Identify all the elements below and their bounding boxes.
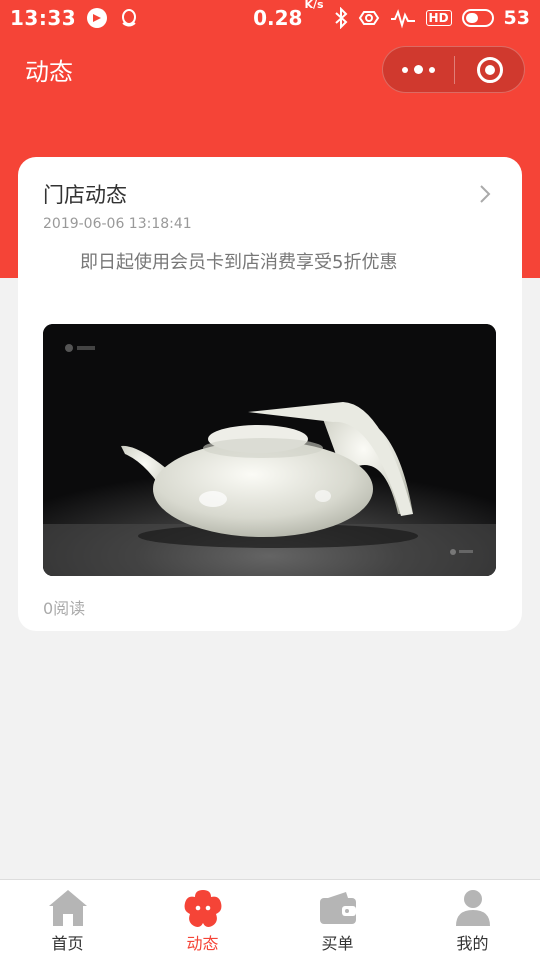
bluetooth-icon bbox=[334, 7, 347, 29]
chevron-right-icon[interactable] bbox=[474, 183, 496, 205]
miniprogram-capsule bbox=[382, 46, 525, 93]
close-miniprogram-button[interactable] bbox=[455, 47, 524, 92]
navigation-bar: 动态 bbox=[0, 36, 540, 102]
status-right: 0.28 K/s HD 53 bbox=[253, 0, 530, 30]
post-card[interactable]: 门店动态 2019-06-06 13:18:41 即日起使用会员卡到店消费享受5… bbox=[18, 157, 522, 631]
page-title: 动态 bbox=[25, 57, 73, 86]
post-description: 即日起使用会员卡到店消费享受5折优惠 bbox=[80, 252, 398, 273]
tab-pay[interactable]: 买单 bbox=[270, 880, 405, 960]
target-icon bbox=[476, 56, 503, 83]
battery-level bbox=[465, 13, 479, 23]
hd-network-icon: HD bbox=[425, 10, 452, 26]
more-button[interactable] bbox=[383, 47, 454, 92]
camera-icon bbox=[358, 11, 379, 25]
network-speed-unit: K/s bbox=[304, 0, 324, 11]
user-icon bbox=[455, 890, 490, 926]
more-dot-icon bbox=[402, 66, 408, 73]
status-left: 13:33 bbox=[10, 6, 140, 30]
more-dot-icon bbox=[429, 66, 435, 73]
home-icon bbox=[48, 890, 87, 926]
qq-icon bbox=[122, 9, 137, 27]
tab-home[interactable]: 首页 bbox=[0, 880, 135, 960]
status-time: 13:33 bbox=[10, 6, 77, 30]
tab-dynamics[interactable]: 动态 bbox=[135, 880, 270, 960]
network-speed: 0.28 bbox=[253, 6, 303, 30]
battery-icon bbox=[461, 9, 494, 27]
tab-label: 动态 bbox=[186, 934, 219, 953]
status-bar: 13:33 0.28 K/s HD 53 bbox=[0, 0, 540, 36]
flower-icon bbox=[184, 890, 221, 927]
more-dot-icon bbox=[414, 65, 423, 74]
wallet-icon bbox=[319, 892, 356, 924]
notification-app-icon bbox=[87, 8, 108, 28]
tab-label: 买单 bbox=[321, 934, 354, 953]
teapot-image bbox=[43, 324, 496, 576]
signal-wave-icon bbox=[390, 9, 415, 29]
battery-percentage: 53 bbox=[503, 7, 530, 29]
read-count: 0阅读 bbox=[43, 599, 86, 618]
tab-bar: 首页 动态 买单 我的 bbox=[0, 879, 540, 960]
post-title: 门店动态 bbox=[43, 183, 127, 207]
tab-mine[interactable]: 我的 bbox=[405, 880, 540, 960]
post-image[interactable] bbox=[43, 324, 496, 576]
tab-label: 首页 bbox=[51, 934, 84, 953]
post-date: 2019-06-06 13:18:41 bbox=[43, 216, 192, 232]
tab-label: 我的 bbox=[456, 934, 489, 953]
